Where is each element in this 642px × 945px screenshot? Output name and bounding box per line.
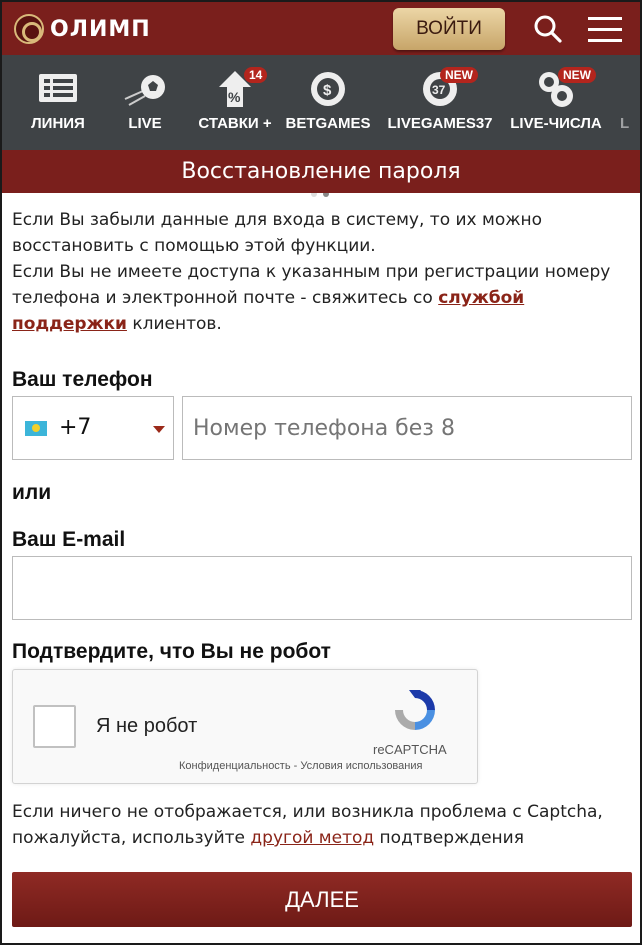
nav-item-line[interactable]: ЛИНИЯ	[16, 55, 100, 137]
soccer-ball-icon	[124, 75, 165, 106]
robot-check-label: Подтвердите, что Вы не робот	[12, 640, 331, 663]
recaptcha-privacy-terms-link[interactable]: Конфиденциальность - Условия использован…	[179, 760, 422, 772]
page-title: Восстановление пароля	[2, 150, 640, 193]
other-method-link[interactable]: другой метод	[250, 828, 374, 848]
nav-item-live[interactable]: LIVE	[106, 55, 184, 137]
nav-item-betgames[interactable]: $ BETGAMES	[284, 55, 372, 137]
new-badge: NEW	[558, 67, 596, 83]
nav-item-bets[interactable]: % 14 СТАВКИ +	[192, 55, 278, 137]
logo-text: ОЛИМП	[50, 16, 151, 42]
logo-icon	[14, 14, 44, 44]
logo[interactable]: ОЛИМП	[14, 14, 151, 44]
recaptcha-logo-icon	[395, 690, 435, 730]
nav-label: BETGAMES	[285, 115, 371, 132]
new-badge: NEW	[440, 67, 478, 83]
line-list-icon	[39, 74, 77, 102]
nav-item-partial[interactable]: L	[620, 55, 640, 137]
email-label: Ваш E-mail	[12, 528, 126, 551]
nav-label: СТАВКИ +	[198, 115, 272, 132]
bets-count-badge: 14	[244, 67, 268, 83]
nav-label: LIVEGAMES37	[387, 115, 493, 132]
header: ОЛИМП ВОЙТИ	[2, 2, 640, 55]
intro-text: Если Вы забыли данные для входа в систем…	[12, 207, 632, 337]
page-frame: ОЛИМП ВОЙТИ ЛИНИЯ LIVE % 14 СТАВКИ + $ B…	[0, 0, 642, 945]
svg-text:%: %	[228, 89, 241, 105]
intro-line-2-suffix: клиентов.	[126, 314, 222, 334]
captcha-note: Если ничего не отображается, или возникл…	[12, 799, 632, 851]
chevron-down-icon	[153, 426, 165, 433]
recaptcha-checkbox[interactable]	[33, 705, 76, 748]
search-icon[interactable]	[534, 15, 562, 43]
or-separator: или	[12, 481, 52, 504]
nav-label: LIVE	[128, 115, 162, 132]
captcha-note-suffix: подтверждения	[374, 828, 524, 848]
phone-label: Ваш телефон	[12, 368, 153, 391]
recaptcha-brand: reCAPTCHA	[373, 742, 447, 757]
recaptcha-widget: Я не робот reCAPTCHA Конфиденциальность …	[12, 669, 478, 784]
svg-text:37: 37	[432, 83, 446, 97]
email-field[interactable]	[12, 556, 632, 620]
next-button[interactable]: ДАЛЕЕ	[12, 872, 632, 927]
intro-line-1: Если Вы забыли данные для входа в систем…	[12, 210, 543, 256]
chip-icon: $	[311, 72, 345, 106]
nav-item-live-numbers[interactable]: NEW LIVE-ЧИСЛА	[508, 55, 604, 137]
nav-label: LIVE-ЧИСЛА	[510, 115, 602, 132]
recaptcha-checkbox-label: Я не робот	[96, 715, 198, 737]
svg-text:$: $	[323, 82, 332, 99]
nav-label: ЛИНИЯ	[31, 115, 85, 132]
hamburger-menu-icon[interactable]	[588, 17, 622, 43]
phone-input[interactable]	[182, 396, 632, 460]
kazakhstan-flag-icon	[25, 421, 47, 436]
country-code-select[interactable]: +7	[12, 396, 174, 460]
nav-item-livegames37[interactable]: 37 NEW LIVEGAMES37	[384, 55, 496, 137]
nav-label: L	[620, 115, 630, 132]
category-nav: ЛИНИЯ LIVE % 14 СТАВКИ + $ BETGAMES 37 N…	[2, 55, 640, 197]
country-code-value: +7	[59, 415, 92, 440]
login-button[interactable]: ВОЙТИ	[393, 8, 505, 50]
